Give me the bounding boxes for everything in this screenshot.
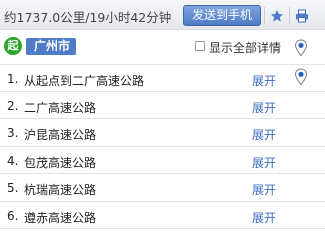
route-step[interactable]: 1. 从起点到二广高速公路 展开 xyxy=(0,64,325,92)
expand-link[interactable]: 展开 xyxy=(252,209,276,226)
step-road: 二广高速公路 xyxy=(24,100,97,115)
route-step[interactable]: 3. 沪昆高速公路 展开 xyxy=(0,119,325,147)
divider xyxy=(289,7,290,24)
show-all-details-label[interactable]: 显示全部详情 xyxy=(209,39,281,56)
step-number: 6. xyxy=(7,208,19,223)
step-road: 遵赤高速公路 xyxy=(24,210,97,225)
map-pin-icon[interactable] xyxy=(294,68,308,86)
divider xyxy=(264,7,265,24)
step-road: 杭瑞高速公路 xyxy=(24,183,97,197)
route-summary-bar: 约1737.0公里/19小时42分钟 发送到手机 xyxy=(0,0,325,30)
step-number: 1. xyxy=(7,72,19,86)
printer-icon[interactable] xyxy=(293,7,311,24)
origin-city: 广州市 xyxy=(26,38,77,55)
step-road: 沪昆高速公路 xyxy=(24,128,97,142)
expand-link[interactable]: 展开 xyxy=(252,72,276,89)
route-step[interactable]: 5. 杭瑞高速公路 展开 xyxy=(0,174,325,202)
step-road: 从起点到二广高速公路 xyxy=(24,74,145,88)
expand-link[interactable]: 展开 xyxy=(252,181,276,198)
map-pin-icon[interactable] xyxy=(294,39,308,57)
step-road: 包茂高速公路 xyxy=(24,155,97,170)
step-number: 4. xyxy=(7,153,19,168)
route-step[interactable]: 2. 二广高速公路 展开 xyxy=(0,92,325,119)
expand-link[interactable]: 展开 xyxy=(252,99,276,116)
step-number: 2. xyxy=(7,98,19,113)
route-step[interactable]: 6. 遵赤高速公路 展开 xyxy=(0,202,325,229)
star-icon[interactable] xyxy=(268,7,286,24)
send-to-phone-button[interactable]: 发送到手机 xyxy=(183,5,261,26)
origin-badge: 起 xyxy=(4,37,22,55)
step-number: 5. xyxy=(7,181,19,195)
expand-link[interactable]: 展开 xyxy=(252,126,276,143)
expand-link[interactable]: 展开 xyxy=(252,154,276,171)
route-summary: 约1737.0公里/19小时42分钟 xyxy=(4,10,172,25)
origin-row: 起 广州市 显示全部详情 xyxy=(0,35,325,61)
route-step[interactable]: 4. 包茂高速公路 展开 xyxy=(0,147,325,174)
route-step-list: 1. 从起点到二广高速公路 展开 2. 二广高速公路 展开 3. 沪昆高速公路 … xyxy=(0,64,325,229)
step-number: 3. xyxy=(7,126,19,140)
show-all-details-checkbox[interactable] xyxy=(195,41,205,51)
